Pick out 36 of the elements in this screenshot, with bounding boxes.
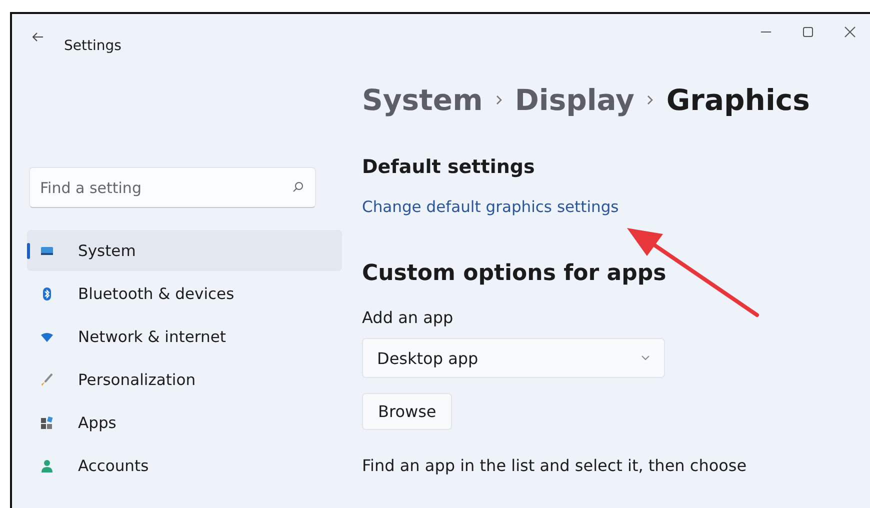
section-heading: Custom options for apps [362, 261, 666, 286]
search-icon [292, 181, 304, 193]
sidebar-item[interactable]: Personalization [27, 359, 342, 400]
window-title: Settings [64, 38, 122, 54]
sidebar-item[interactable]: Accounts [27, 445, 342, 486]
sidebar-item[interactable]: System [27, 230, 342, 271]
nav-label: System [78, 242, 136, 260]
breadcrumb-item: Graphics [666, 83, 810, 117]
chevron-down-icon [641, 355, 650, 361]
brush-icon [40, 372, 54, 386]
back-icon[interactable] [32, 32, 44, 42]
description-text: Find an app in the list and select it, then choose [362, 456, 747, 475]
sidebar-item[interactable]: Bluetooth & devices [27, 273, 342, 314]
selection-indicator [27, 242, 30, 258]
nav-label: Apps [78, 414, 116, 432]
chevron-icon [646, 94, 654, 106]
apps-icon [40, 416, 54, 430]
field-label: Add an app [362, 308, 454, 327]
close-icon[interactable] [844, 26, 856, 38]
section-heading: Default settings [362, 156, 535, 178]
app-type-dropdown[interactable]: Desktop app [362, 338, 665, 378]
person-icon [40, 458, 54, 472]
nav-label: Bluetooth & devices [78, 284, 234, 302]
settings-link[interactable]: Change default graphics settings [362, 198, 619, 216]
maximize-icon[interactable] [802, 26, 814, 38]
sidebar-item[interactable]: Apps [27, 402, 342, 443]
chevron-icon [494, 94, 503, 106]
sidebar-item[interactable]: Network & internet [27, 316, 342, 357]
breadcrumb-item[interactable]: Display [514, 83, 634, 117]
search-field[interactable]: Find a setting [29, 167, 316, 208]
bluetooth-icon [40, 286, 54, 300]
breadcrumb-item[interactable]: System [362, 83, 483, 117]
nav-label: Accounts [78, 456, 149, 474]
nav-label: Personalization [78, 370, 196, 388]
nav-label: Network & internet [78, 328, 226, 346]
browse-button[interactable]: Browse [362, 393, 452, 430]
